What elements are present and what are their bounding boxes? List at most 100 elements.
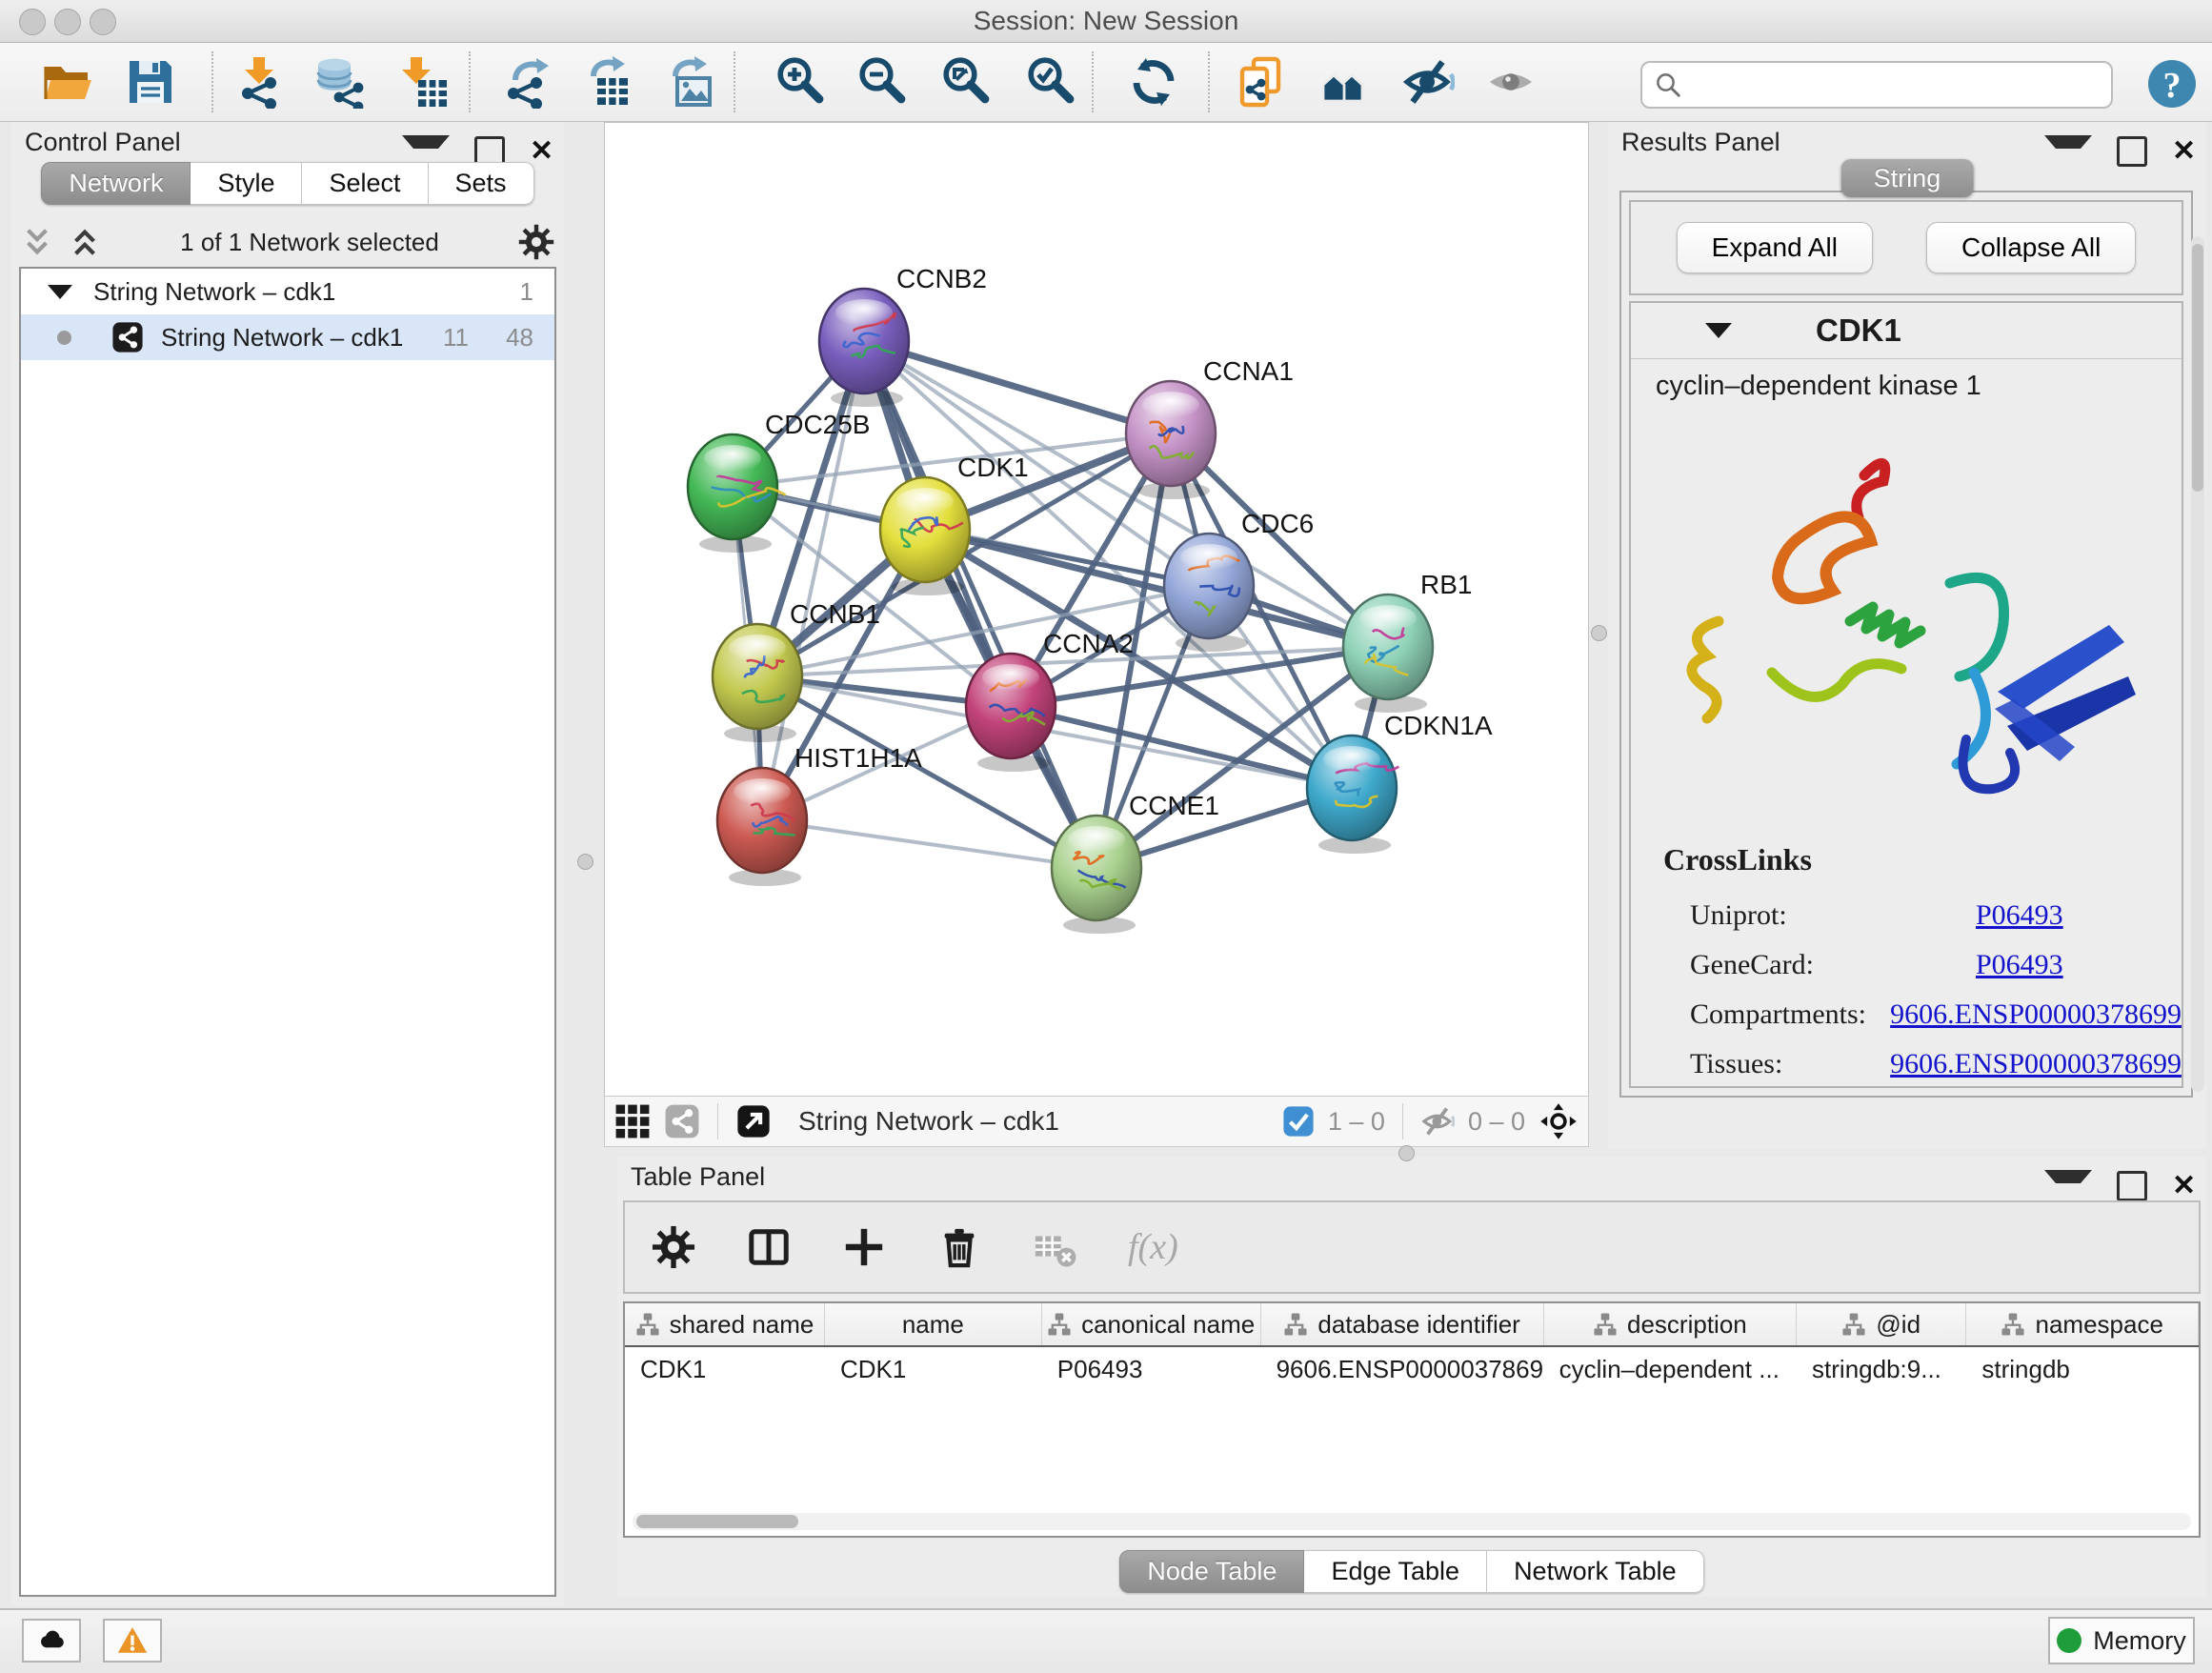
gene-entry-panel: CDK1 cyclin–dependent kinase 1 (1629, 301, 2183, 1088)
crosslink-value-link[interactable]: P06493 (1976, 949, 2063, 980)
column-header-namespace[interactable]: namespace (1966, 1303, 2199, 1345)
birdseye-crosshair-icon[interactable] (1538, 1101, 1579, 1141)
help-icon[interactable]: ? (2145, 57, 2199, 111)
crosslink-value-link[interactable]: P06493 (1976, 899, 2063, 931)
network-edge[interactable] (864, 341, 1096, 868)
hidden-eye-icon[interactable] (1420, 1104, 1455, 1139)
network-node-rb1[interactable] (1343, 595, 1433, 713)
network-edge[interactable] (762, 820, 1096, 868)
column-header-label: namespace (2035, 1310, 2162, 1340)
network-row[interactable]: String Network – cdk1 11 48 (21, 314, 554, 360)
column-header-description[interactable]: description (1544, 1303, 1797, 1345)
show-all-icon[interactable] (1484, 55, 1538, 109)
tab-node-table[interactable]: Node Table (1119, 1550, 1304, 1593)
table-cell[interactable]: cyclin–dependent ... (1544, 1347, 1797, 1391)
tab-style[interactable]: Style (191, 162, 302, 205)
close-panel-icon[interactable]: ✕ (530, 139, 554, 164)
zoom-fit-content-icon[interactable] (939, 55, 993, 109)
column-header-database-identifier[interactable]: database identifier (1261, 1303, 1544, 1345)
search-input[interactable] (1682, 66, 2111, 104)
table-row[interactable]: CDK1CDK1P064939606.ENSP00000378699cyclin… (625, 1347, 2199, 1391)
minimize-window-button[interactable] (54, 9, 81, 35)
detach-view-icon[interactable] (735, 1103, 772, 1139)
tab-select[interactable]: Select (302, 162, 428, 205)
network-overview-icon[interactable] (664, 1103, 700, 1139)
close-panel-icon[interactable]: ✕ (2172, 139, 2197, 164)
export-network-icon[interactable] (498, 55, 552, 109)
vertical-splitter-handle[interactable] (577, 854, 593, 870)
new-network-from-selection-icon[interactable] (1233, 55, 1286, 109)
network-node-cdc25b[interactable] (688, 434, 786, 553)
delete-columns-trash-icon[interactable] (937, 1225, 981, 1269)
collection-expander-icon[interactable] (48, 285, 72, 299)
network-node-ccnb1[interactable] (713, 624, 802, 742)
close-panel-icon[interactable]: ✕ (2172, 1174, 2197, 1199)
crosslink-value-link[interactable]: 9606.ENSP00000378699 (1890, 1048, 2182, 1079)
tab-edge-table[interactable]: Edge Table (1304, 1550, 1487, 1593)
crosslink-row: Uniprot:P06493 (1663, 891, 2182, 940)
import-table-file-icon[interactable] (397, 55, 451, 109)
column-header-canonical-name[interactable]: canonical name (1042, 1303, 1261, 1345)
zoom-out-icon[interactable] (855, 55, 909, 109)
network-node-ccnb2[interactable] (819, 289, 909, 407)
apply-preferred-layout-icon[interactable] (1127, 55, 1180, 109)
tab-network[interactable]: Network (41, 162, 191, 205)
table-cell[interactable]: P06493 (1042, 1347, 1261, 1391)
table-cell[interactable]: CDK1 (825, 1347, 1042, 1391)
panel-menu-icon[interactable] (2044, 135, 2092, 173)
memory-button[interactable]: Memory (2048, 1617, 2195, 1664)
expand-all-button[interactable]: Expand All (1677, 222, 1873, 273)
network-node-ccne1[interactable] (1052, 816, 1141, 934)
column-header--id[interactable]: @id (1797, 1303, 1966, 1345)
first-neighbors-icon[interactable] (1317, 55, 1371, 109)
expand-all-icon[interactable] (69, 226, 101, 258)
network-edge[interactable] (864, 341, 1171, 433)
table-cell[interactable]: CDK1 (625, 1347, 825, 1391)
create-column-plus-icon[interactable] (842, 1225, 886, 1269)
collapse-all-button[interactable]: Collapse All (1926, 222, 2136, 273)
horizontal-splitter-handle[interactable] (1398, 1145, 1415, 1161)
results-scrollbar[interactable] (2191, 236, 2204, 1092)
network-options-gear-icon[interactable] (518, 224, 554, 260)
collapse-all-icon[interactable] (21, 226, 53, 258)
tab-sets[interactable]: Sets (429, 162, 534, 205)
cloud-status-button[interactable] (22, 1619, 81, 1663)
vertical-splitter-handle[interactable] (1591, 625, 1607, 641)
network-collection-row[interactable]: String Network – cdk1 1 (21, 269, 554, 314)
selected-checkbox-icon[interactable] (1282, 1105, 1315, 1138)
float-panel-icon[interactable] (2117, 1171, 2147, 1201)
save-session-icon[interactable] (124, 55, 177, 109)
network-node-cdkn1a[interactable] (1307, 736, 1398, 854)
network-node-cdc6[interactable] (1164, 534, 1254, 652)
gene-expander-icon[interactable] (1705, 323, 1732, 338)
shared-column-icon (1047, 1312, 1072, 1337)
float-panel-icon[interactable] (2117, 136, 2147, 167)
import-network-database-icon[interactable] (312, 55, 366, 109)
network-node-hist1h1a[interactable] (717, 768, 807, 886)
table-settings-gear-icon[interactable] (652, 1225, 695, 1269)
table-cell[interactable]: 9606.ENSP00000378699 (1261, 1347, 1544, 1391)
network-canvas[interactable]: CCNB2CCNA1CDC25BCDK1CDC6RB1CCNB1CCNA2CDK… (604, 122, 1589, 1098)
open-session-icon[interactable] (42, 55, 95, 109)
export-image-icon[interactable] (662, 55, 715, 109)
zoom-window-button[interactable] (90, 9, 116, 35)
column-header-shared-name[interactable]: shared name (625, 1303, 825, 1345)
crosslink-value-link[interactable]: 9606.ENSP00000378699 (1890, 998, 2182, 1030)
table-cell[interactable]: stringdb (1966, 1347, 2199, 1391)
close-window-button[interactable] (19, 9, 46, 35)
hide-selected-icon[interactable] (1401, 55, 1455, 109)
show-column-panel-icon[interactable] (747, 1225, 791, 1269)
warnings-button[interactable] (103, 1619, 162, 1663)
export-table-icon[interactable] (580, 55, 633, 109)
column-header-name[interactable]: name (825, 1303, 1042, 1345)
zoom-in-icon[interactable] (774, 55, 827, 109)
selected-node-edge-count: 1 – 0 (1328, 1107, 1385, 1137)
zoom-selected-icon[interactable] (1024, 55, 1077, 109)
grid-view-icon[interactable] (614, 1103, 651, 1139)
tab-network-table[interactable]: Network Table (1487, 1550, 1704, 1593)
table-horizontal-scrollbar[interactable] (633, 1513, 2191, 1530)
import-network-file-icon[interactable] (232, 55, 286, 109)
tab-string[interactable]: String (1841, 159, 1974, 197)
table-cell[interactable]: stringdb:9... (1797, 1347, 1966, 1391)
node-label-cdkn1a: CDKN1A (1384, 711, 1493, 740)
